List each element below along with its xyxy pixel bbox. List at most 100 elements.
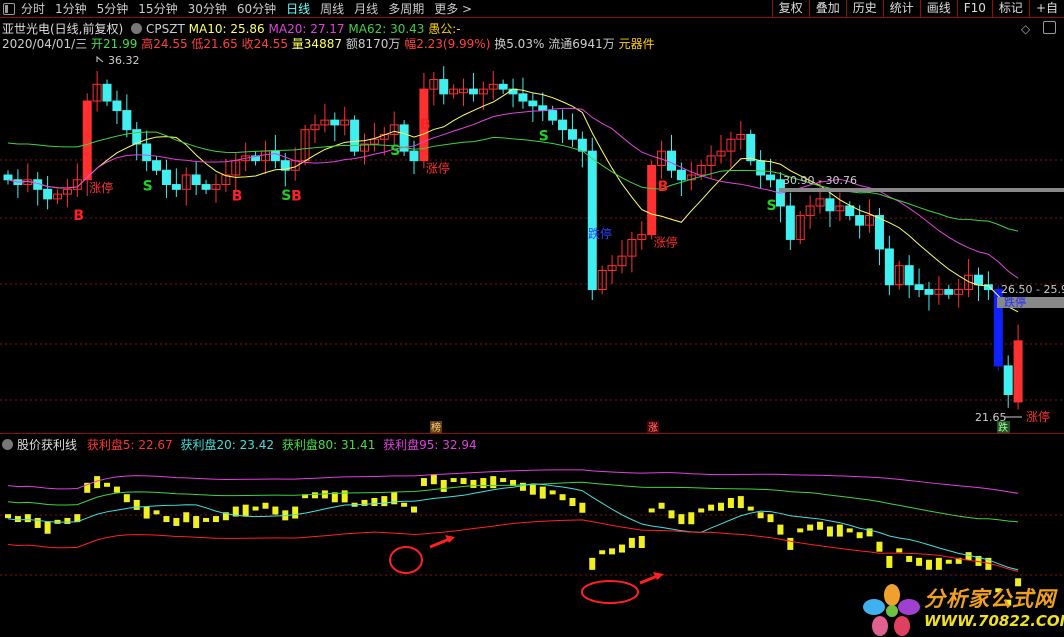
profit-bar — [579, 502, 586, 513]
limit-down-label: 跌停 — [588, 226, 612, 241]
profit-bar — [401, 502, 408, 507]
limit-down-label: 跌停 — [1004, 295, 1026, 309]
profit-bar — [539, 486, 546, 499]
profit-bar — [688, 512, 695, 525]
candle — [587, 150, 597, 291]
profit-bar — [945, 559, 952, 564]
candle — [785, 205, 795, 240]
candle — [439, 79, 449, 95]
profit-bar — [420, 478, 427, 487]
profit-bar — [648, 508, 655, 513]
profit-20-line — [7, 483, 1019, 571]
profit-bar — [727, 498, 734, 508]
candle — [102, 83, 112, 102]
sell-signal: S — [281, 188, 291, 204]
candlestick-chart[interactable]: BB BBBSSSSS涨停涨停涨停涨停跌停36.3221.6530.90 - 30… — [0, 0, 1064, 637]
sell-signal: S — [767, 198, 777, 214]
profit-bar — [252, 506, 259, 511]
profit-bar — [856, 532, 863, 539]
profit-bar — [212, 516, 219, 523]
candle — [191, 174, 201, 186]
candle — [3, 174, 13, 181]
candle — [746, 133, 756, 162]
candle — [468, 88, 478, 95]
candle — [577, 138, 587, 152]
profit-bar — [916, 557, 923, 566]
highlight-circle — [581, 580, 639, 604]
profit-bar — [242, 504, 249, 517]
candle — [142, 143, 152, 162]
profit-bar — [519, 482, 526, 491]
profit-bar — [272, 506, 279, 515]
profit-bar — [737, 496, 744, 509]
dropdown-icon[interactable] — [2, 439, 13, 450]
profit-bar — [34, 517, 41, 528]
candle — [904, 265, 914, 286]
ma62-line — [7, 131, 1019, 232]
profit-bar — [460, 478, 467, 485]
watermark-logo: 分析家公式网 WWW.70822.COM — [862, 583, 1064, 637]
range-label: 26.50 - 25.9 — [1001, 283, 1064, 296]
profit-bar — [143, 506, 150, 519]
profit-bar — [173, 517, 180, 526]
profit-bar — [411, 506, 418, 513]
candle — [171, 184, 181, 190]
profit-bar — [470, 479, 477, 488]
profit-bar — [14, 516, 21, 523]
ma10-line — [7, 88, 1019, 313]
buy-signal: B — [291, 189, 302, 205]
profit-bar — [846, 528, 853, 533]
candle — [766, 174, 776, 181]
resistance-band — [779, 188, 1064, 192]
candle — [558, 119, 568, 131]
candle — [567, 129, 577, 140]
profit-bar — [183, 512, 190, 523]
profit-bar — [925, 559, 932, 570]
profit-bar — [163, 516, 170, 523]
profit-bar — [876, 541, 883, 552]
candle — [666, 150, 676, 171]
candle — [528, 100, 538, 107]
profit-bar — [609, 548, 616, 555]
profit-bar — [203, 517, 210, 522]
profit-bar — [64, 517, 71, 524]
high-price-label: 36.32 — [108, 54, 140, 67]
candle — [270, 150, 280, 162]
profit-bar — [262, 502, 269, 509]
profit-bar — [628, 537, 635, 548]
indicator-header: 股价获利线 获利盘5: 22.67 获利盘20: 23.42 获利盘80: 31… — [2, 436, 477, 453]
limit-up-candle — [647, 164, 657, 236]
profit-80-line — [7, 481, 1019, 523]
watermark-url: WWW.70822.COM — [924, 612, 1064, 630]
profit-bar — [807, 524, 814, 531]
profit-bar — [480, 478, 487, 489]
candle — [350, 119, 360, 152]
limit-up-candle — [1013, 340, 1023, 403]
candle — [973, 274, 983, 286]
profit-bar — [599, 550, 606, 555]
candle — [884, 248, 894, 286]
profit-5-label: 获利盘5: 22.67 — [86, 438, 173, 452]
buy-signal: B — [232, 189, 243, 205]
profit-bar — [133, 499, 140, 510]
candle — [518, 93, 528, 102]
profit-95-label: 获利盘95: 32.94 — [383, 438, 477, 452]
sell-signal: S — [143, 179, 153, 195]
candle — [845, 205, 855, 217]
buy-signal: B — [658, 179, 669, 195]
profit-bar — [638, 536, 645, 548]
profit-bar — [193, 516, 200, 529]
profit-bar — [113, 486, 120, 493]
buy-signal: B — [73, 208, 84, 224]
high-pointer — [96, 55, 104, 63]
profit-20-label: 获利盘20: 23.42 — [180, 438, 275, 452]
profit-bar — [341, 490, 348, 503]
profit-bar — [529, 484, 536, 495]
profit-80-label: 获利盘80: 31.41 — [281, 438, 376, 452]
profit-bar — [747, 506, 754, 511]
limit-up-label: 涨停 — [1026, 409, 1050, 424]
profit-bar — [5, 514, 11, 519]
limit-up-candle — [82, 100, 92, 181]
candle — [676, 169, 686, 181]
flower-logo-icon — [863, 584, 920, 636]
